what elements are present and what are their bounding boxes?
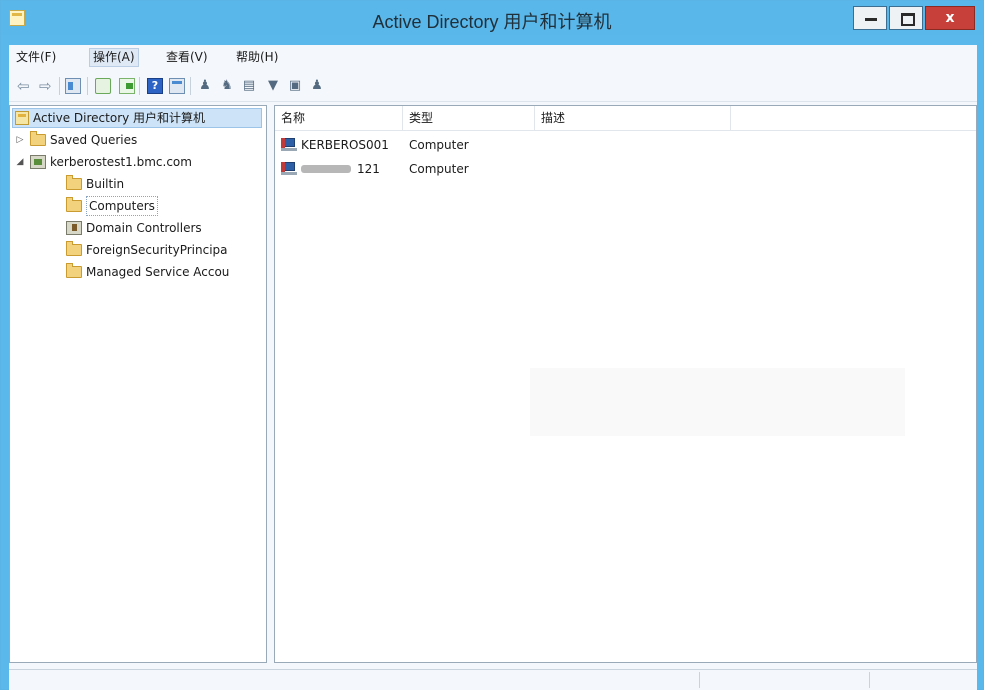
folder-icon [66,175,82,190]
status-divider [869,672,871,688]
toolbar-separator [190,77,191,95]
toolbar-separator [87,77,88,95]
menu-view[interactable]: 查看(V) [163,49,211,66]
filter-icon[interactable]: ▼ [265,78,281,94]
tree-item-label: Managed Service Accou [86,265,230,279]
menu-help[interactable]: 帮助(H) [233,49,281,66]
minimize-button[interactable] [853,6,887,30]
row-name: KERBEROS001 [301,138,389,152]
new-user-icon[interactable]: ♟ [197,78,213,94]
tree-pane[interactable]: Active Directory 用户和计算机 ▷ Saved Queries … [9,105,267,663]
tree-item-label: ForeignSecurityPrincipa [86,243,228,257]
show-action-pane-icon[interactable] [169,78,185,94]
menu-bar: 文件(F) 操作(A) 查看(V) 帮助(H) [9,45,977,69]
back-arrow-icon[interactable]: ⇦ [17,78,33,94]
status-divider [699,672,701,688]
table-row[interactable]: KERBEROS001 Computer [275,134,976,156]
details-pane[interactable]: 名称 类型 描述 KERBEROS001 Computer 121 Comput… [274,105,977,663]
title-bar[interactable]: Active Directory 用户和计算机 x [1,1,983,35]
menu-action[interactable]: 操作(A) [89,48,139,67]
snapin-icon [15,111,29,125]
forward-arrow-icon[interactable]: ⇨ [39,78,55,94]
toolbar-separator [59,77,60,95]
row-type: Computer [409,138,469,152]
client-area: 文件(F) 操作(A) 查看(V) 帮助(H) ⇦ ⇨ ? ♟ ♞ ▤ ▼ ▣ … [9,45,977,690]
tree-root[interactable]: Active Directory 用户和计算机 [12,108,262,128]
folder-icon [66,263,82,278]
folder-icon [66,197,82,212]
computer-icon [281,138,297,152]
expand-arrow-icon[interactable]: ▷ [14,130,26,150]
computer-icon [281,162,297,176]
folder-icon [66,241,82,256]
domain-icon [30,155,46,169]
find-icon[interactable]: ▣ [287,78,303,94]
new-group-icon[interactable]: ♞ [219,78,235,94]
tree-item-label: kerberostest1.bmc.com [50,155,192,169]
column-header-description[interactable]: 描述 [535,106,731,130]
tree-item-label: Builtin [86,177,125,191]
toolbar-separator [139,77,140,95]
refresh-icon[interactable] [95,78,111,94]
export-list-icon[interactable] [119,78,135,94]
menu-file[interactable]: 文件(F) [13,49,59,66]
show-tree-icon[interactable] [65,78,81,94]
close-button[interactable]: x [925,6,975,30]
redacted-text [301,165,351,173]
tree-root-label: Active Directory 用户和计算机 [33,111,206,125]
app-window: Active Directory 用户和计算机 x 文件(F) 操作(A) 查看… [0,0,984,690]
tree-item-label: Domain Controllers [86,221,202,235]
column-header-type[interactable]: 类型 [403,106,535,130]
ou-icon [66,221,82,235]
folder-icon [30,131,46,146]
row-type: Computer [409,162,469,176]
delegate-control-icon[interactable]: ♟ [309,78,325,94]
tree-item-label: Computers [86,196,158,216]
faded-overlay [530,368,905,436]
new-ou-icon[interactable]: ▤ [241,78,257,94]
tree-item-label: Saved Queries [50,133,138,147]
row-name: 121 [357,162,380,176]
table-row[interactable]: 121 Computer [275,158,976,180]
status-bar [9,669,977,690]
toolbar: ⇦ ⇨ ? ♟ ♞ ▤ ▼ ▣ ♟ [9,71,977,102]
window-title: Active Directory 用户和计算机 [372,12,612,32]
collapse-arrow-icon[interactable]: ◢ [14,152,26,172]
column-header-name[interactable]: 名称 [275,106,403,130]
help-icon[interactable]: ? [147,78,163,94]
column-header-row: 名称 类型 描述 [275,106,976,131]
maximize-button[interactable] [889,6,923,30]
